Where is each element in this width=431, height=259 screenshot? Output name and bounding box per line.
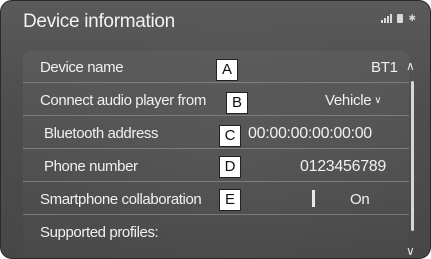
smartphone-collaboration-label: Smartphone collaboration	[40, 191, 202, 208]
bluetooth-icon: ✱	[408, 13, 416, 23]
phone-number-value: 0123456789	[300, 158, 386, 175]
page-title: Device information	[23, 11, 175, 32]
bluetooth-address-label: Bluetooth address	[44, 125, 159, 142]
device-name-label: Device name	[40, 59, 124, 76]
connect-audio-player-row[interactable]: Connect audio player from Vehicle ∨	[23, 84, 409, 116]
callout-a: A	[216, 59, 238, 81]
scrollbar[interactable]: ∧ ∨	[406, 59, 420, 258]
scroll-track[interactable]	[411, 81, 414, 231]
bluetooth-address-value: 00:00:00:00:00:00	[248, 125, 372, 142]
chevron-up-icon[interactable]: ∧	[406, 59, 415, 73]
chevron-down-icon[interactable]: ∨	[406, 244, 415, 258]
battery-icon	[397, 14, 404, 23]
connect-audio-player-value-text: Vehicle	[325, 92, 372, 109]
smartphone-collaboration-row[interactable]: Smartphone collaboration On	[23, 183, 409, 215]
smartphone-collaboration-value: On	[350, 191, 370, 208]
device-name-value: BT1	[371, 59, 398, 76]
supported-profiles-label: Supported profiles:	[40, 224, 159, 241]
signal-strength-icon	[381, 14, 393, 23]
phone-number-row: Phone number 0123456789	[23, 150, 409, 182]
device-information-screen: Device information ✱ Device name BT1 Con…	[0, 0, 431, 259]
callout-e: E	[219, 189, 241, 211]
chevron-down-icon: ∨	[374, 95, 382, 106]
connect-audio-player-value[interactable]: Vehicle ∨	[325, 92, 382, 109]
connect-audio-player-label: Connect audio player from	[40, 92, 206, 109]
callout-d: D	[219, 156, 241, 178]
status-icons: ✱	[381, 14, 416, 23]
toggle-indicator[interactable]	[312, 190, 315, 207]
callout-b: B	[226, 92, 248, 114]
supported-profiles-row: Supported profiles:	[23, 216, 409, 248]
bluetooth-address-row: Bluetooth address 00:00:00:00:00:00	[23, 117, 409, 149]
phone-number-label: Phone number	[44, 158, 138, 175]
callout-c: C	[219, 125, 241, 147]
device-info-list: Device name BT1 Connect audio player fro…	[23, 51, 409, 258]
